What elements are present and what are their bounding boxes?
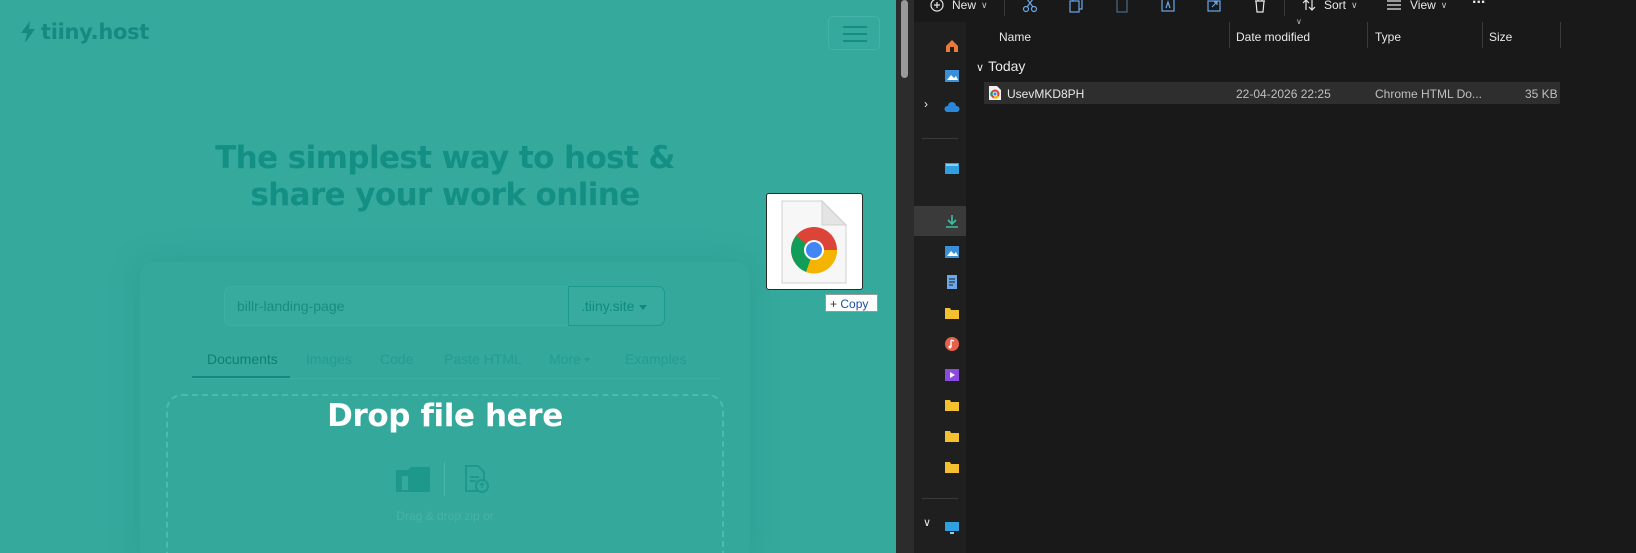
scrollbar-thumb[interactable] <box>901 0 908 78</box>
plus-circle-icon <box>930 0 944 12</box>
zip-folder-icon <box>396 467 430 492</box>
toolbar-divider <box>1004 0 1005 16</box>
column-header-date-modified[interactable]: Date modified <box>1236 30 1310 56</box>
headline-line-1: The simplest way to host & <box>215 140 675 176</box>
more-options-button[interactable]: ... <box>1472 0 1485 8</box>
paste-icon[interactable] <box>1114 0 1130 14</box>
hamburger-menu-button[interactable] <box>828 16 880 50</box>
home-icon[interactable] <box>944 38 960 54</box>
logo-text: tiiny.host <box>41 20 150 44</box>
copy-tooltip: + Copy <box>825 294 878 312</box>
column-divider <box>1560 22 1561 48</box>
column-header-name[interactable]: Name <box>999 30 1031 56</box>
group-label: Today <box>988 58 1026 74</box>
file-type: Chrome HTML Do... <box>1375 87 1482 101</box>
upload-tabs: Documents Images Code Paste HTML More Ex… <box>192 346 720 379</box>
file-upload-icon <box>465 465 489 493</box>
copy-label: Copy <box>840 297 869 311</box>
chevron-down-icon: ∨ <box>976 62 985 74</box>
documents-icon[interactable] <box>944 274 960 290</box>
domain-suffix-label: .tiiny.site <box>581 298 635 314</box>
chevron-down-icon[interactable]: ∨ <box>923 516 931 529</box>
browser-page: tiiny.host The simplest way to host & sh… <box>0 0 896 553</box>
chevron-down-icon: ∨ <box>981 0 988 10</box>
folder-icon[interactable] <box>944 428 960 444</box>
tab-more[interactable]: More <box>549 351 590 367</box>
new-button[interactable]: New ∨ <box>930 0 988 14</box>
sort-button[interactable]: Sort ∨ <box>1302 0 1358 14</box>
file-date-modified: 22-04-2026 22:25 <box>1236 87 1331 101</box>
drag-ghost-file <box>766 193 863 290</box>
caret-down-icon <box>639 304 648 310</box>
domain-suffix-dropdown[interactable]: .tiiny.site <box>568 286 665 326</box>
dropzone-divider <box>444 462 445 496</box>
nav-divider <box>922 138 958 139</box>
cut-icon[interactable] <box>1022 0 1038 14</box>
file-explorer-window: New ∨ Sort ∨ View ∨ ... › ∨ Name <box>914 0 1636 553</box>
onedrive-cloud-icon[interactable] <box>944 100 960 116</box>
copy-icon[interactable] <box>1068 0 1084 14</box>
sort-indicator-icon: ∨ <box>1296 17 1302 26</box>
tab-paste-html[interactable]: Paste HTML <box>444 351 522 367</box>
site-name-input[interactable]: billr-landing-page <box>224 286 570 326</box>
tiiny-host-logo[interactable]: tiiny.host <box>20 20 149 44</box>
pictures-icon[interactable] <box>944 244 960 260</box>
music-icon[interactable] <box>944 336 960 352</box>
chevron-down-icon: ∨ <box>1351 0 1358 10</box>
chrome-html-file-icon <box>989 86 1001 100</box>
menu-line-icon <box>843 40 867 42</box>
tab-images[interactable]: Images <box>306 351 352 367</box>
menu-line-icon <box>843 33 867 35</box>
folder-icon[interactable] <box>944 305 960 321</box>
view-button[interactable]: View ∨ <box>1386 0 1447 14</box>
chevron-down-icon: ∨ <box>1440 0 1448 10</box>
desktop-icon[interactable] <box>944 161 960 177</box>
chrome-html-file-icon <box>781 199 848 284</box>
column-divider <box>1482 22 1483 48</box>
column-divider <box>1229 22 1230 48</box>
file-size: 35 KB <box>1525 87 1558 101</box>
headline-line-2: share your work online <box>250 177 640 213</box>
drop-subtext: Drag & drop zip or <box>396 509 494 523</box>
sort-label: Sort <box>1324 0 1347 12</box>
sort-arrows-icon <box>1302 0 1316 11</box>
downloads-icon[interactable] <box>944 213 960 229</box>
column-header-size[interactable]: Size <box>1489 30 1512 56</box>
navigation-pane: › ∨ <box>914 22 966 553</box>
column-header-type[interactable]: Type <box>1375 30 1401 56</box>
chevron-right-icon[interactable]: › <box>924 97 928 111</box>
folder-icon[interactable] <box>944 459 960 475</box>
rename-icon[interactable] <box>1160 0 1176 14</box>
column-divider <box>1367 22 1368 48</box>
this-pc-icon[interactable] <box>944 520 960 536</box>
view-lines-icon <box>1387 0 1401 10</box>
videos-icon[interactable] <box>944 367 960 383</box>
drop-file-title: Drop file here <box>327 398 563 434</box>
folder-icon[interactable] <box>944 397 960 413</box>
view-label: View <box>1410 0 1436 12</box>
new-label: New <box>952 0 977 12</box>
delete-icon[interactable] <box>1252 0 1268 14</box>
page-headline: The simplest way to host & share your wo… <box>180 140 710 214</box>
toolbar-divider <box>1284 0 1285 16</box>
group-header-today[interactable]: ∨ Today <box>976 58 1025 74</box>
tab-code[interactable]: Code <box>380 351 413 367</box>
menu-line-icon <box>843 26 867 28</box>
browser-scrollbar[interactable] <box>896 0 914 553</box>
gallery-icon[interactable] <box>944 68 960 84</box>
tab-more-label: More <box>549 351 581 367</box>
tab-documents[interactable]: Documents <box>207 351 278 367</box>
share-icon[interactable] <box>1206 0 1222 14</box>
plus-icon: + <box>830 297 838 311</box>
nav-divider <box>922 498 958 499</box>
lightning-bolt-icon <box>21 21 35 43</box>
tab-examples[interactable]: Examples <box>625 351 686 367</box>
caret-down-icon <box>583 358 590 363</box>
active-tab-indicator <box>192 376 290 378</box>
file-name: UsevMKD8PH <box>1007 87 1085 101</box>
